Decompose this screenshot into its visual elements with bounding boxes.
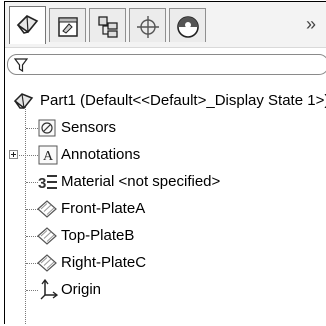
tree-item-label: Sensors — [61, 119, 117, 136]
tab-feature-manager[interactable] — [9, 6, 46, 44]
material-icon: 3 — [38, 175, 57, 192]
tree-item-front-plate[interactable]: Front-PlateA — [5, 196, 326, 222]
tree-item-annotations[interactable]: A Annotations — [5, 142, 326, 168]
expand-toggle[interactable] — [9, 150, 18, 159]
display-manager-icon — [177, 16, 199, 38]
tree-item-right-plate[interactable]: Right-PlateC — [5, 250, 326, 276]
part-icon — [13, 93, 34, 110]
tab-overflow-button[interactable]: » — [306, 14, 316, 35]
tree-item-label: Material <not specified> — [61, 173, 221, 190]
feature-manager-icon — [16, 15, 39, 34]
tree-item-sensors[interactable]: Sensors — [5, 115, 326, 141]
tree-item-label: Origin — [61, 281, 102, 298]
svg-text:A: A — [43, 149, 54, 164]
tab-dimxpert-manager[interactable] — [129, 8, 166, 42]
svg-text:3: 3 — [38, 175, 46, 192]
plane-icon — [37, 200, 57, 218]
property-manager-icon — [58, 17, 78, 37]
tree-item-label: Right-PlateC — [61, 254, 147, 271]
tree-item-label: Front-PlateA — [61, 200, 146, 217]
origin-icon — [40, 279, 58, 300]
tree-root-part[interactable]: Part1 (Default<<Default>_Display State 1… — [5, 88, 326, 114]
feature-manager-panel: » Part1 (Default<<Default>_Display State… — [4, 1, 326, 324]
plane-icon — [37, 254, 57, 272]
filter-icon[interactable] — [14, 58, 28, 72]
sensors-icon — [38, 119, 56, 137]
configuration-manager-icon — [98, 16, 118, 38]
tab-display-manager[interactable] — [169, 8, 206, 42]
plane-icon — [37, 227, 57, 245]
tree-root-label: Part1 (Default<<Default>_Display State 1… — [40, 92, 326, 109]
tree-item-label: Top-PlateB — [61, 227, 135, 244]
tab-configuration-manager[interactable] — [89, 8, 126, 42]
tab-property-manager[interactable] — [49, 8, 86, 42]
tree-item-material[interactable]: 3 Material <not specified> — [5, 169, 326, 195]
tree-item-origin[interactable]: Origin — [5, 277, 326, 303]
tree-item-top-plate[interactable]: Top-PlateB — [5, 223, 326, 249]
manager-tab-bar: » — [5, 2, 326, 48]
dimxpert-manager-icon — [137, 16, 159, 38]
filter-input[interactable] — [7, 54, 326, 75]
tree-item-label: Annotations — [61, 146, 141, 163]
annotations-icon: A — [38, 145, 58, 165]
